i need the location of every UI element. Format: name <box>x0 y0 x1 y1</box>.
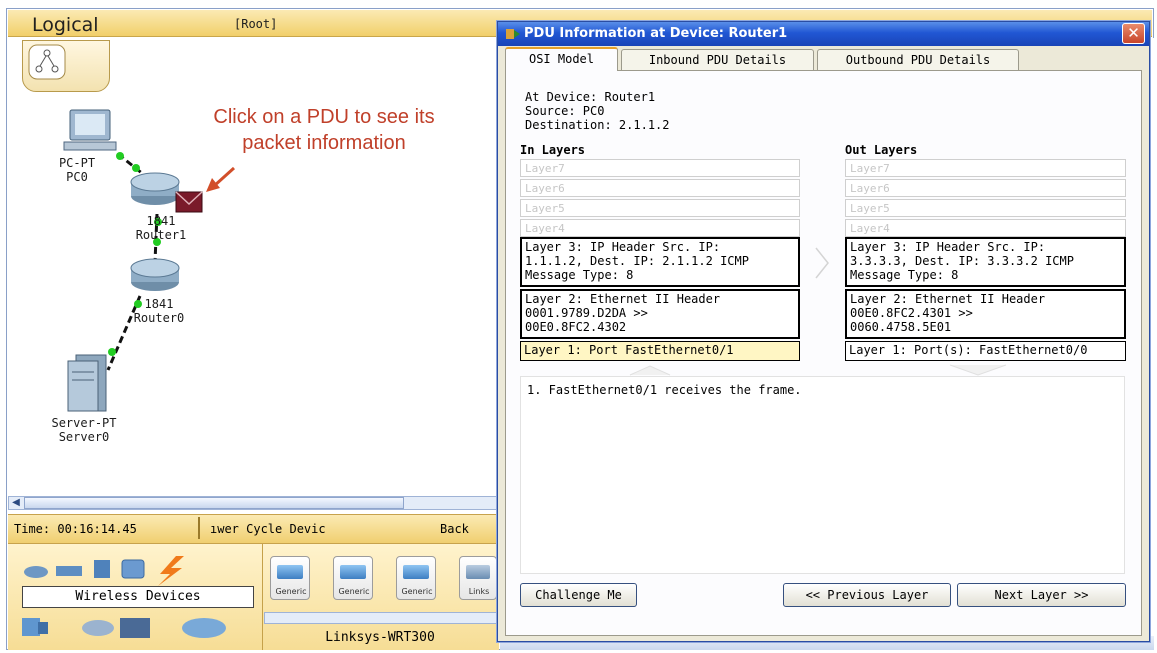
layer-detail-line: 0060.4758.5E01 <box>850 320 952 334</box>
router-icon[interactable] <box>130 172 180 205</box>
access-point-icon <box>340 565 366 579</box>
device-label-router0: 1841 Router0 <box>124 297 194 325</box>
link-status-dot <box>108 348 116 356</box>
device-button-label: Generic <box>401 587 433 596</box>
device-name-label: PC0 <box>66 170 88 184</box>
selected-device-label: Linksys-WRT300 <box>325 630 435 645</box>
layer-detail-line: Layer 1: Port(s): FastEthernet0/0 <box>849 343 1088 357</box>
tab-inbound-pdu-details[interactable]: Inbound PDU Details <box>621 49 814 71</box>
in-layer-5[interactable]: Layer5 <box>520 199 800 217</box>
in-layer-6[interactable]: Layer6 <box>520 179 800 197</box>
out-layer-5[interactable]: Layer5 <box>845 199 1126 217</box>
palette-scrollbar[interactable] <box>264 612 498 624</box>
simulation-time-label: Time: 00:16:14.45 <box>14 522 137 536</box>
hub-category-icon[interactable] <box>94 560 110 578</box>
router-icon[interactable] <box>130 258 180 291</box>
link-status-dot <box>132 164 140 172</box>
layer-detail-line: 00E0.8FC2.4301 >> <box>850 306 973 320</box>
in-layer-2[interactable]: Layer 2: Ethernet II Header 0001.9789.D2… <box>520 289 800 339</box>
scroll-left-arrow-icon[interactable]: ◀ <box>10 497 22 509</box>
pc-icon[interactable] <box>63 109 117 151</box>
device-button-label: Links <box>468 587 490 596</box>
status-separator <box>198 517 200 539</box>
linksys-device-button[interactable]: Links <box>459 556 497 600</box>
device-button-label: Generic <box>338 587 370 596</box>
layer-detail-line: Layer 2: Ethernet II Header <box>850 292 1046 306</box>
layer-detail-line: Layer 2: Ethernet II Header <box>525 292 721 306</box>
annotation-arrow-icon <box>206 166 236 192</box>
link-status-dot <box>116 152 124 160</box>
layer-description-panel <box>520 376 1125 574</box>
layer-detail-line: Layer 3: IP Header Src. IP: <box>525 240 721 254</box>
connections-lightning-icon[interactable] <box>158 556 184 586</box>
previous-layer-button[interactable]: << Previous Layer <box>783 583 951 607</box>
next-layer-button[interactable]: Next Layer >> <box>957 583 1126 607</box>
wireless-router-icon <box>466 565 490 579</box>
switch-category-icon[interactable] <box>56 566 82 576</box>
power-cycle-button[interactable]: ıwer Cycle Devic <box>210 522 326 536</box>
out-layer-2[interactable]: Layer 2: Ethernet II Header 00E0.8FC2.43… <box>845 289 1126 339</box>
device-type-label: 1841 <box>144 297 174 311</box>
out-layer-3[interactable]: Layer 3: IP Header Src. IP: 3.3.3.3, Des… <box>845 237 1126 287</box>
scrollbar-thumb[interactable] <box>24 497 404 509</box>
generic-device-button[interactable]: Generic <box>270 556 310 600</box>
layer-detail-line: Layer 3: IP Header Src. IP: <box>850 240 1046 254</box>
router-category-icon[interactable] <box>24 566 48 578</box>
generic-device-button[interactable]: Generic <box>333 556 373 600</box>
multiuser-icon[interactable] <box>182 618 226 638</box>
out-layers-heading: Out Layers <box>845 143 918 157</box>
close-icon[interactable]: ✕ <box>1122 23 1145 44</box>
layer-flow-arrow-icon <box>815 247 829 279</box>
destination-label: Destination: 2.1.1.2 <box>525 118 670 132</box>
pdu-envelope-icon[interactable] <box>175 191 203 213</box>
device-label-router1: 1841 Router1 <box>126 214 196 242</box>
in-layer-3[interactable]: Layer 3: IP Header Src. IP: 1.1.1.2, Des… <box>520 237 800 287</box>
end-device-category-icon[interactable] <box>22 618 48 636</box>
layer-description-text: 1. FastEthernet0/1 receives the frame. <box>527 383 802 397</box>
custom-device-icon[interactable] <box>120 618 150 638</box>
generic-device-button[interactable]: Generic <box>396 556 436 600</box>
layer-down-arrow-icon <box>949 364 1007 376</box>
device-type-label: Server-PT <box>51 416 117 430</box>
layer-up-arrow-icon <box>629 365 671 376</box>
packet-tracer-app-icon <box>506 29 520 39</box>
device-type-label: PC-PT <box>58 156 96 170</box>
server-icon[interactable] <box>67 354 107 412</box>
in-layers-heading: In Layers <box>520 143 586 157</box>
access-point-icon <box>403 565 429 579</box>
device-button-label: Generic <box>275 587 307 596</box>
out-layer-7[interactable]: Layer7 <box>845 159 1126 177</box>
wan-emulation-icon[interactable] <box>82 620 114 636</box>
layer-detail-line: Layer 1: Port FastEthernet0/1 <box>524 343 734 357</box>
in-layer-1[interactable]: Layer 1: Port FastEthernet0/1 <box>520 341 800 361</box>
device-name-label: Router0 <box>133 311 185 325</box>
layer-detail-line: 0001.9789.D2DA >> <box>525 306 648 320</box>
device-name-label: Router1 <box>135 228 187 242</box>
device-type-label: 1841 <box>146 214 176 228</box>
out-layer-1[interactable]: Layer 1: Port(s): FastEthernet0/0 <box>845 341 1126 361</box>
out-layer-6[interactable]: Layer6 <box>845 179 1126 197</box>
in-layer-4[interactable]: Layer4 <box>520 219 800 237</box>
layer-detail-line: Message Type: 8 <box>525 268 634 282</box>
device-category-label: Wireless Devices <box>22 586 254 608</box>
layer-detail-line: 00E0.8FC2.4302 <box>525 320 627 334</box>
source-label: Source: PC0 <box>525 104 605 118</box>
access-point-icon <box>277 565 303 579</box>
dialog-title: PDU Information at Device: Router1 <box>524 26 788 41</box>
layer-detail-line: 1.1.1.2, Dest. IP: 2.1.1.2 ICMP <box>525 254 749 268</box>
device-label-pc0: PC-PT PC0 <box>42 156 112 184</box>
out-layer-4[interactable]: Layer4 <box>845 219 1126 237</box>
tab-osi-model[interactable]: OSI Model <box>505 47 618 71</box>
layer-detail-line: Message Type: 8 <box>850 268 959 282</box>
at-device-label: At Device: Router1 <box>525 90 656 104</box>
device-name-label: Server0 <box>58 430 110 444</box>
layer-detail-line: 3.3.3.3, Dest. IP: 3.3.3.2 ICMP <box>850 254 1074 268</box>
challenge-me-button[interactable]: Challenge Me <box>520 583 637 607</box>
wireless-category-icon[interactable] <box>121 559 145 579</box>
device-label-server0: Server-PT Server0 <box>44 416 124 444</box>
in-layer-7[interactable]: Layer7 <box>520 159 800 177</box>
tab-outbound-pdu-details[interactable]: Outbound PDU Details <box>817 49 1019 71</box>
back-button[interactable]: Back <box>440 522 469 536</box>
